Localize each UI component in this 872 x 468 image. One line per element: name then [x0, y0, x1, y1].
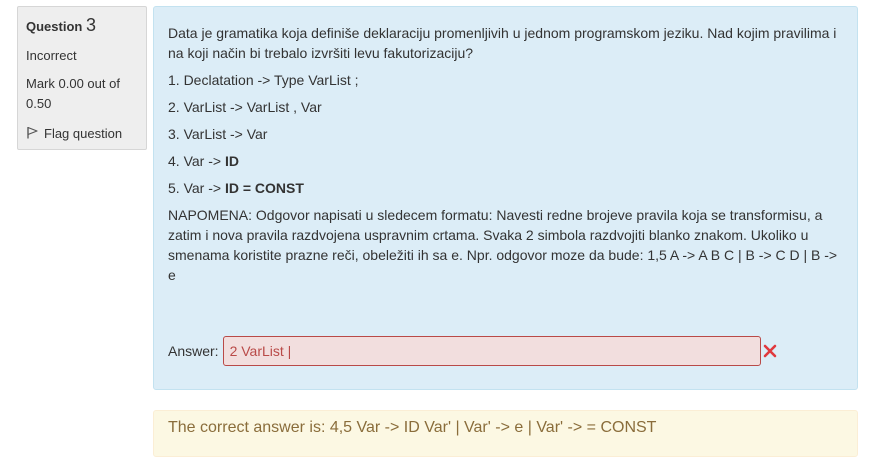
question-formulation: Data je gramatika koja definiše deklarac…	[153, 6, 858, 390]
flag-question-label: Flag question	[44, 125, 123, 141]
answer-format-note: NAPOMENA: Odgovor napisati u sledecem fo…	[168, 207, 838, 283]
answer-label: Answer:	[168, 343, 219, 359]
answer-input[interactable]	[222, 336, 761, 366]
grammar-rule: 3. VarList -> Var	[168, 126, 268, 142]
question-text: Data je gramatika koja definiše deklarac…	[168, 25, 837, 61]
grammar-rule: 1. Declatation -> Type VarList ;	[168, 72, 359, 88]
grammar-rule: 5. Var -> ID = CONST	[168, 180, 304, 196]
grammar-rule: 2. VarList -> VarList , Var	[168, 99, 322, 115]
correct-answer-text: The correct answer is: 4,5 Var -> ID Var…	[168, 419, 657, 436]
flag-question-button[interactable]: Flag question	[26, 123, 138, 144]
question-state: Incorrect	[26, 48, 77, 63]
question-number: Question 3	[26, 15, 96, 35]
answer-row: Answer:	[168, 336, 777, 366]
flag-icon	[26, 123, 38, 144]
incorrect-x-icon	[763, 344, 777, 358]
correct-answer-feedback: The correct answer is: 4,5 Var -> ID Var…	[153, 410, 858, 457]
grammar-rule: 4. Var -> ID	[168, 153, 239, 169]
question-grade: Mark 0.00 out of 0.50	[26, 76, 120, 111]
question-info-panel: Question 3 Incorrect Mark 0.00 out of 0.…	[17, 6, 147, 150]
